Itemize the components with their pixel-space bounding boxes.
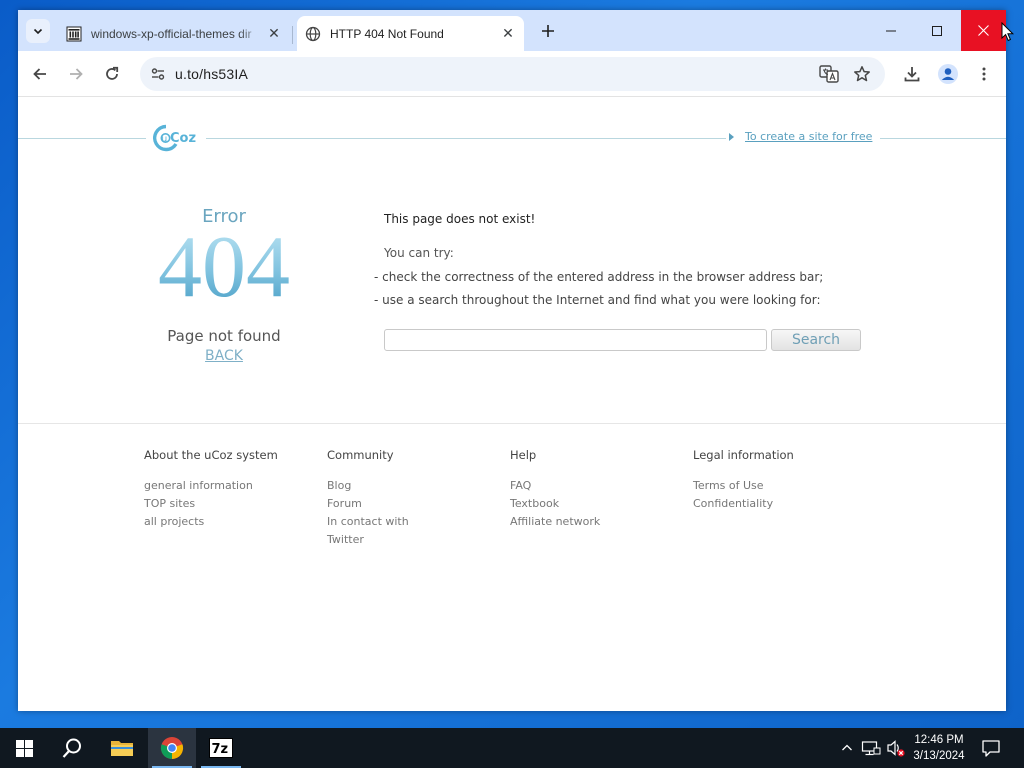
back-link[interactable]: BACK bbox=[205, 348, 243, 364]
error-block: Error 404 Page not found BACK bbox=[142, 206, 306, 365]
footer-column-community: Community Blog Forum In contact with Twi… bbox=[327, 448, 437, 549]
close-tab-icon[interactable]: ✕ bbox=[264, 24, 284, 44]
plus-icon bbox=[542, 25, 554, 37]
svg-text:7z: 7z bbox=[212, 742, 229, 757]
mouse-cursor-icon bbox=[1001, 22, 1015, 42]
volume-muted-icon[interactable] bbox=[886, 738, 906, 758]
tab-http-404[interactable]: HTTP 404 Not Found ✕ bbox=[297, 16, 524, 51]
footer-link[interactable]: Terms of Use bbox=[693, 477, 868, 495]
profile-button[interactable] bbox=[934, 60, 962, 88]
close-icon bbox=[978, 25, 989, 36]
tab-strip: windows-xp-official-themes dir ✕ HTTP 40… bbox=[18, 10, 1006, 51]
site-info-icon[interactable] bbox=[146, 62, 170, 86]
svg-text:u: u bbox=[162, 134, 168, 144]
windows-logo-icon bbox=[15, 739, 33, 757]
show-hidden-icons-button[interactable] bbox=[838, 738, 856, 758]
footer-column-about: About the uCoz system general informatio… bbox=[144, 448, 319, 531]
file-explorer-button[interactable] bbox=[98, 728, 146, 768]
globe-icon bbox=[305, 26, 321, 42]
footer-heading: Community bbox=[327, 448, 394, 462]
minimize-button[interactable] bbox=[868, 10, 914, 51]
url-text: u.to/hs53IA bbox=[175, 66, 249, 82]
tab-title: HTTP 404 Not Found bbox=[330, 26, 444, 41]
footer-column-legal: Legal information Terms of Use Confident… bbox=[693, 448, 868, 513]
menu-button[interactable] bbox=[970, 60, 998, 88]
header-line-right bbox=[880, 138, 1006, 139]
7zip-taskbar-button[interactable]: 7z bbox=[197, 728, 245, 768]
message-title: This page does not exist! bbox=[384, 212, 536, 226]
network-icon[interactable] bbox=[861, 738, 881, 758]
footer-divider bbox=[18, 423, 1006, 424]
arrow-right-icon bbox=[729, 133, 734, 141]
header-line-left bbox=[18, 138, 146, 139]
footer-link[interactable]: all projects bbox=[144, 513, 319, 531]
arrow-left-icon bbox=[33, 68, 46, 80]
reload-button[interactable] bbox=[98, 60, 126, 88]
profile-avatar-icon bbox=[938, 64, 958, 84]
footer-link[interactable]: FAQ bbox=[510, 477, 685, 495]
header-line-middle bbox=[206, 138, 726, 139]
search-icon bbox=[62, 738, 81, 758]
maximize-button[interactable] bbox=[914, 10, 960, 51]
close-window-button[interactable] bbox=[961, 10, 1006, 51]
archive-org-icon bbox=[66, 26, 82, 42]
back-button[interactable] bbox=[26, 60, 54, 88]
folder-icon bbox=[111, 741, 133, 756]
search-input[interactable] bbox=[384, 329, 767, 351]
reload-icon bbox=[106, 66, 119, 80]
footer-link[interactable]: Affiliate network bbox=[510, 513, 685, 531]
clock-time: 12:46 PM bbox=[914, 734, 964, 746]
footer-link[interactable]: In contact with Twitter bbox=[327, 513, 437, 549]
clock[interactable]: 12:46 PM 3/13/2024 bbox=[906, 732, 972, 764]
taskbar: 7z 12:46 PM 3/13/2024 bbox=[0, 728, 1024, 768]
tab-title: windows-xp-official-themes dir bbox=[91, 26, 252, 41]
error-message: Page not found bbox=[167, 327, 281, 345]
create-site-link[interactable]: To create a site for free bbox=[745, 130, 872, 143]
forward-button[interactable] bbox=[62, 60, 90, 88]
tab-divider bbox=[292, 26, 293, 44]
browser-toolbar: u.to/hs53IA bbox=[18, 51, 1006, 97]
footer-link[interactable]: Confidentiality bbox=[693, 495, 868, 513]
ucoz-logo[interactable]: u Coz bbox=[152, 123, 200, 153]
svg-text:Coz: Coz bbox=[170, 131, 196, 146]
footer-link[interactable]: TOP sites bbox=[144, 495, 319, 513]
footer-link[interactable]: Forum bbox=[327, 495, 437, 513]
message-tip: - check the correctness of the entered a… bbox=[374, 270, 824, 284]
chrome-icon bbox=[160, 737, 184, 760]
footer-link[interactable]: general information bbox=[144, 477, 319, 495]
chrome-taskbar-button[interactable] bbox=[148, 728, 196, 768]
translate-icon[interactable] bbox=[818, 63, 840, 85]
notification-center-icon[interactable] bbox=[980, 737, 1002, 759]
footer-link[interactable]: Blog bbox=[327, 477, 437, 495]
footer-link[interactable]: Textbook bbox=[510, 495, 685, 513]
taskbar-search-button[interactable] bbox=[48, 728, 96, 768]
browser-window: windows-xp-official-themes dir ✕ HTTP 40… bbox=[18, 10, 1006, 711]
message-tip: - use a search throughout the Internet a… bbox=[374, 293, 821, 307]
7zip-icon: 7z bbox=[209, 738, 233, 758]
tab-windows-xp-themes[interactable]: windows-xp-official-themes dir ✕ bbox=[58, 16, 290, 51]
bookmark-star-icon[interactable] bbox=[850, 62, 874, 86]
start-button[interactable] bbox=[0, 728, 48, 768]
new-tab-button[interactable] bbox=[536, 19, 560, 43]
downloads-button[interactable] bbox=[898, 60, 926, 88]
clock-date: 3/13/2024 bbox=[913, 750, 965, 762]
close-tab-icon[interactable]: ✕ bbox=[498, 24, 518, 44]
footer-column-help: Help FAQ Textbook Affiliate network bbox=[510, 448, 685, 531]
minimize-icon bbox=[886, 30, 896, 31]
more-vertical-icon bbox=[982, 67, 986, 81]
footer-heading: About the uCoz system bbox=[144, 448, 278, 462]
download-icon bbox=[904, 67, 920, 82]
tab-search-button[interactable] bbox=[26, 19, 50, 43]
error-code: 404 bbox=[142, 224, 306, 312]
search-button[interactable]: Search bbox=[771, 329, 861, 351]
maximize-icon bbox=[932, 25, 942, 36]
arrow-right-icon bbox=[70, 68, 83, 80]
footer-heading: Legal information bbox=[693, 448, 794, 462]
footer-heading: Help bbox=[510, 448, 537, 462]
chevron-down-icon bbox=[33, 28, 43, 35]
address-bar[interactable]: u.to/hs53IA bbox=[140, 57, 885, 91]
message-try: You can try: bbox=[384, 246, 454, 260]
chevron-up-icon bbox=[842, 744, 852, 751]
page-content: u Coz To create a site for free Error 40… bbox=[18, 98, 1006, 711]
